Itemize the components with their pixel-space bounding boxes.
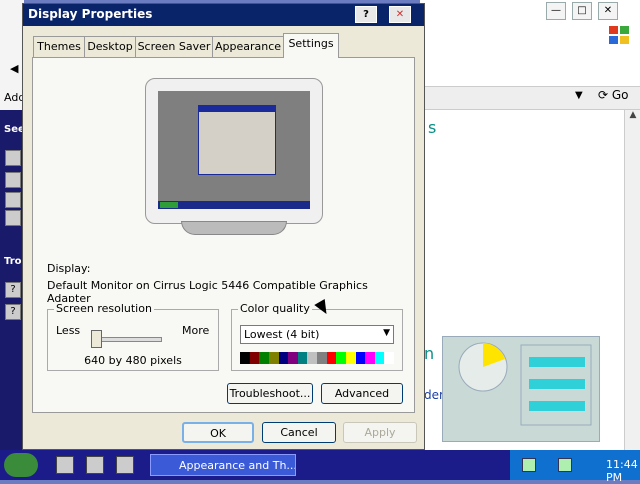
taskbar-task-appearance[interactable]: Appearance and Th... — [150, 454, 296, 476]
color-quality-legend: Color quality — [238, 302, 312, 315]
bg-scrollbar[interactable]: ▲ — [624, 110, 640, 450]
tab-desktop[interactable]: Desktop — [84, 36, 136, 57]
palette-swatch — [240, 352, 250, 364]
palette-swatch — [259, 352, 269, 364]
palette-swatch — [297, 352, 308, 364]
palette-swatch — [278, 352, 289, 364]
left-window-top: ◀ Add — [0, 0, 25, 110]
palette-swatch — [384, 352, 394, 364]
color-quality-value: Lowest (4 bit) — [244, 328, 320, 341]
monitor-stand — [181, 221, 287, 235]
preview-window — [198, 105, 276, 175]
help-button[interactable]: ? — [355, 6, 377, 23]
advanced-button[interactable]: Advanced — [321, 383, 403, 404]
picture-icon[interactable] — [5, 210, 21, 226]
resolution-slider-track[interactable] — [92, 337, 162, 342]
color-quality-group: Color quality Lowest (4 bit) ▼ — [231, 302, 403, 371]
go-label: Go — [611, 88, 629, 102]
help-icon-2[interactable]: ? — [5, 304, 21, 320]
tab-appearance[interactable]: Appearance — [212, 36, 284, 57]
back-icon[interactable]: ◀ — [10, 62, 18, 75]
display-label: Display: — [47, 262, 91, 275]
go-button[interactable]: ⟳ Go — [598, 88, 629, 102]
chevron-down-icon[interactable]: ▼ — [383, 328, 390, 338]
quicklaunch-explorer-icon[interactable] — [56, 456, 74, 474]
bg-minimize-button[interactable]: — — [546, 2, 566, 20]
ok-button[interactable]: OK — [182, 422, 254, 443]
start-button[interactable] — [4, 453, 38, 477]
system-tray: 11:44 PM — [510, 450, 640, 484]
printer-icon[interactable] — [5, 192, 21, 208]
monitor-preview — [145, 78, 323, 224]
less-label: Less — [56, 324, 81, 337]
scroll-up-icon[interactable]: ▲ — [625, 110, 640, 120]
help-icon[interactable]: ? — [5, 282, 21, 298]
monitor-illustration-icon — [458, 342, 592, 426]
quicklaunch-desktop-icon[interactable] — [116, 456, 134, 474]
resolution-slider-thumb[interactable] — [91, 330, 102, 348]
preview-taskbar — [158, 201, 310, 209]
palette-swatch — [336, 352, 346, 364]
left-background-window: ◀ Add See Tro ? ? — [0, 0, 25, 450]
more-label: More — [182, 324, 210, 337]
troubleshoot-button[interactable]: Troubleshoot... — [227, 383, 313, 404]
bg-maximize-button[interactable]: □ — [572, 2, 592, 20]
palette-swatch — [345, 352, 356, 364]
link-icon[interactable] — [5, 172, 21, 188]
palette-swatch — [307, 352, 317, 364]
dialog-title: Display Properties — [28, 7, 153, 21]
bg-close-button[interactable]: ✕ — [598, 2, 618, 20]
screen-resolution-group: Screen resolution Less More 640 by 480 p… — [47, 302, 219, 371]
taskbar: Appearance and Th... 11:44 PM — [0, 450, 640, 484]
background-window: — □ ✕ ▼ ⟳ Go s n der Options ▲ — [420, 0, 640, 450]
apply-button: Apply — [343, 422, 417, 443]
bg-heading-fragment-2: n — [424, 344, 435, 363]
bg-heading-fragment: s — [428, 118, 437, 137]
monitor-screen — [158, 91, 310, 209]
keyboard-icon[interactable] — [522, 458, 536, 472]
folder-icon[interactable] — [5, 150, 21, 166]
color-palette-preview — [240, 352, 394, 364]
display-properties-dialog: Display Properties ? ✕ Themes Desktop Sc… — [22, 3, 425, 450]
palette-swatch — [317, 352, 327, 364]
tab-settings[interactable]: Settings — [283, 33, 339, 58]
palette-swatch — [374, 352, 385, 364]
left-task-pane: See Tro ? ? — [0, 110, 25, 450]
cancel-button[interactable]: Cancel — [262, 422, 336, 443]
color-quality-select[interactable]: Lowest (4 bit) ▼ — [240, 325, 394, 344]
palette-swatch — [268, 352, 279, 364]
address-dropdown-icon[interactable]: ▼ — [575, 90, 583, 101]
palette-swatch — [326, 352, 337, 364]
dialog-titlebar[interactable]: Display Properties ? ✕ — [23, 4, 424, 26]
tab-themes[interactable]: Themes — [33, 36, 85, 57]
screen-resolution-legend: Screen resolution — [54, 302, 154, 315]
palette-swatch — [288, 352, 298, 364]
display-illustration — [442, 336, 600, 442]
windows-logo-icon — [609, 26, 629, 44]
palette-swatch — [249, 352, 260, 364]
settings-panel: Display: Default Monitor on Cirrus Logic… — [32, 57, 415, 413]
palette-swatch — [355, 352, 366, 364]
close-button[interactable]: ✕ — [389, 6, 411, 23]
tab-screen-saver[interactable]: Screen Saver — [135, 36, 213, 57]
quicklaunch-media-icon[interactable] — [86, 456, 104, 474]
clock[interactable]: 11:44 PM — [606, 458, 640, 484]
resolution-value: 640 by 480 pixels — [84, 354, 182, 367]
palette-swatch — [365, 352, 375, 364]
left-tro-label: Tro — [4, 256, 22, 267]
network-icon[interactable] — [558, 458, 572, 472]
